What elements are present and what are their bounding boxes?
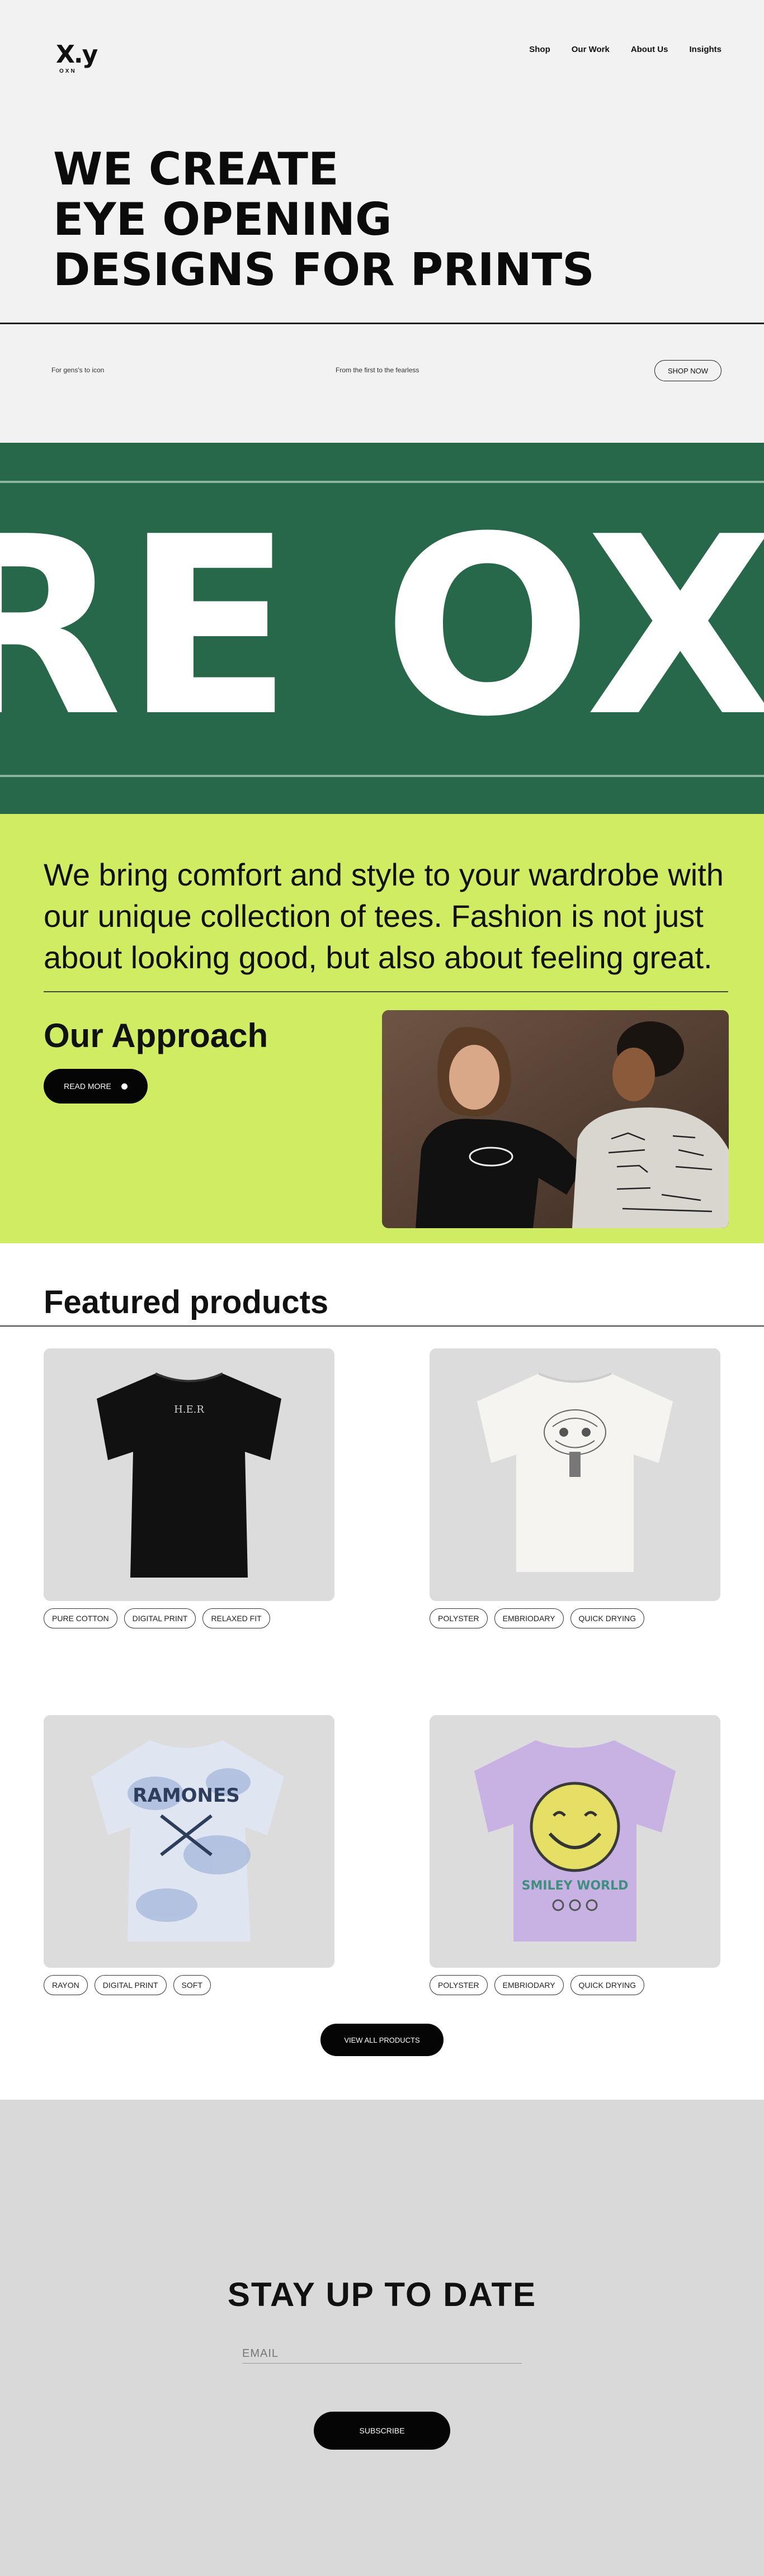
- logo-subtext: OXN: [59, 68, 77, 74]
- product-tags: POLYSTER EMBRIODARY QUICK DRYING: [430, 1975, 644, 1995]
- featured-divider: [0, 1325, 764, 1327]
- product-tag[interactable]: QUICK DRYING: [570, 1608, 644, 1628]
- product-card[interactable]: H.E.R: [44, 1348, 334, 1601]
- product-print-text: RAMONES: [133, 1784, 239, 1807]
- newsletter-section: STAY UP TO DATE SUBSCRIBE: [0, 2100, 764, 2576]
- brand-marquee: RE OXY: [0, 443, 764, 814]
- product-image-black-tee: H.E.R: [44, 1348, 334, 1601]
- product-tag[interactable]: POLYSTER: [430, 1608, 488, 1628]
- brand-statement: We bring comfort and style to your wardr…: [44, 857, 724, 975]
- product-tag[interactable]: EMBRIODARY: [494, 1975, 564, 1995]
- nav-item-shop[interactable]: Shop: [529, 45, 550, 54]
- marquee-top-line: [0, 481, 764, 483]
- product-card[interactable]: [430, 1348, 720, 1601]
- nav-item-our-work[interactable]: Our Work: [572, 45, 610, 54]
- models-illustration: [382, 1010, 729, 1228]
- read-more-label: READ MORE: [64, 1082, 111, 1091]
- shop-now-button[interactable]: SHOP NOW: [654, 360, 721, 381]
- newsletter-title: STAY UP TO DATE: [227, 2276, 537, 2313]
- logo-mark: X.y: [56, 40, 98, 69]
- hero-headline-line: DESIGNS FOR PRINTS: [53, 244, 595, 296]
- product-image-white-tee: [430, 1348, 720, 1601]
- product-tag[interactable]: DIGITAL PRINT: [94, 1975, 167, 1995]
- about-section: We bring comfort and style to your wardr…: [0, 814, 764, 1243]
- hero-headline-line: EYE OPENING: [53, 193, 392, 245]
- product-card[interactable]: SMILEY WORLD: [430, 1715, 720, 1968]
- product-print-text: H.E.R: [174, 1404, 204, 1415]
- brand-logo[interactable]: X.y OXN: [56, 40, 98, 75]
- product-tags: POLYSTER EMBRIODARY QUICK DRYING: [430, 1608, 644, 1628]
- approach-title: Our Approach: [44, 1017, 268, 1054]
- product-tag[interactable]: POLYSTER: [430, 1975, 488, 1995]
- dot-icon: [121, 1083, 128, 1090]
- tagline-center: From the first to the fearless: [336, 366, 419, 374]
- tagline-left: For gens's to icon: [51, 366, 105, 374]
- read-more-button[interactable]: READ MORE: [44, 1069, 148, 1104]
- featured-title: Featured products: [44, 1284, 329, 1320]
- product-tags: PURE COTTON DIGITAL PRINT RELAXED FIT: [44, 1608, 270, 1628]
- nav-item-insights[interactable]: Insights: [689, 45, 721, 54]
- hero-headline: WE CREATE EYE OPENING DESIGNS FOR PRINTS: [53, 144, 595, 295]
- product-tag[interactable]: SOFT: [173, 1975, 211, 1995]
- product-tag[interactable]: RELAXED FIT: [202, 1608, 270, 1628]
- product-tag[interactable]: RAYON: [44, 1975, 88, 1995]
- marquee-text: RE OXY: [0, 484, 764, 770]
- product-card[interactable]: RAMONES: [44, 1715, 334, 1968]
- product-tags: RAYON DIGITAL PRINT SOFT: [44, 1975, 211, 1995]
- hero-headline-line: WE CREATE: [53, 143, 339, 195]
- hero-section: X.y OXN Shop Our Work About Us Insights …: [0, 0, 764, 324]
- subscribe-button[interactable]: SUBSCRIBE: [314, 2412, 450, 2450]
- product-tag[interactable]: DIGITAL PRINT: [124, 1608, 196, 1628]
- product-print-text: SMILEY WORLD: [522, 1879, 629, 1893]
- product-tag[interactable]: EMBRIODARY: [494, 1608, 564, 1628]
- view-all-products-button[interactable]: VIEW ALL PRODUCTS: [320, 2024, 444, 2056]
- tagline-strip: For gens's to icon From the first to the…: [0, 324, 764, 443]
- product-image-tie-dye-tee: RAMONES: [44, 1715, 334, 1968]
- approach-photo: [382, 1010, 729, 1228]
- nav-item-about-us[interactable]: About Us: [631, 45, 668, 54]
- marquee-bottom-line: [0, 775, 764, 777]
- email-field[interactable]: [242, 2345, 522, 2364]
- about-divider: [44, 991, 728, 992]
- main-nav: Shop Our Work About Us Insights: [529, 45, 721, 54]
- product-tag[interactable]: PURE COTTON: [44, 1608, 117, 1628]
- product-image-lilac-tee: SMILEY WORLD: [430, 1715, 720, 1968]
- product-tag[interactable]: QUICK DRYING: [570, 1975, 644, 1995]
